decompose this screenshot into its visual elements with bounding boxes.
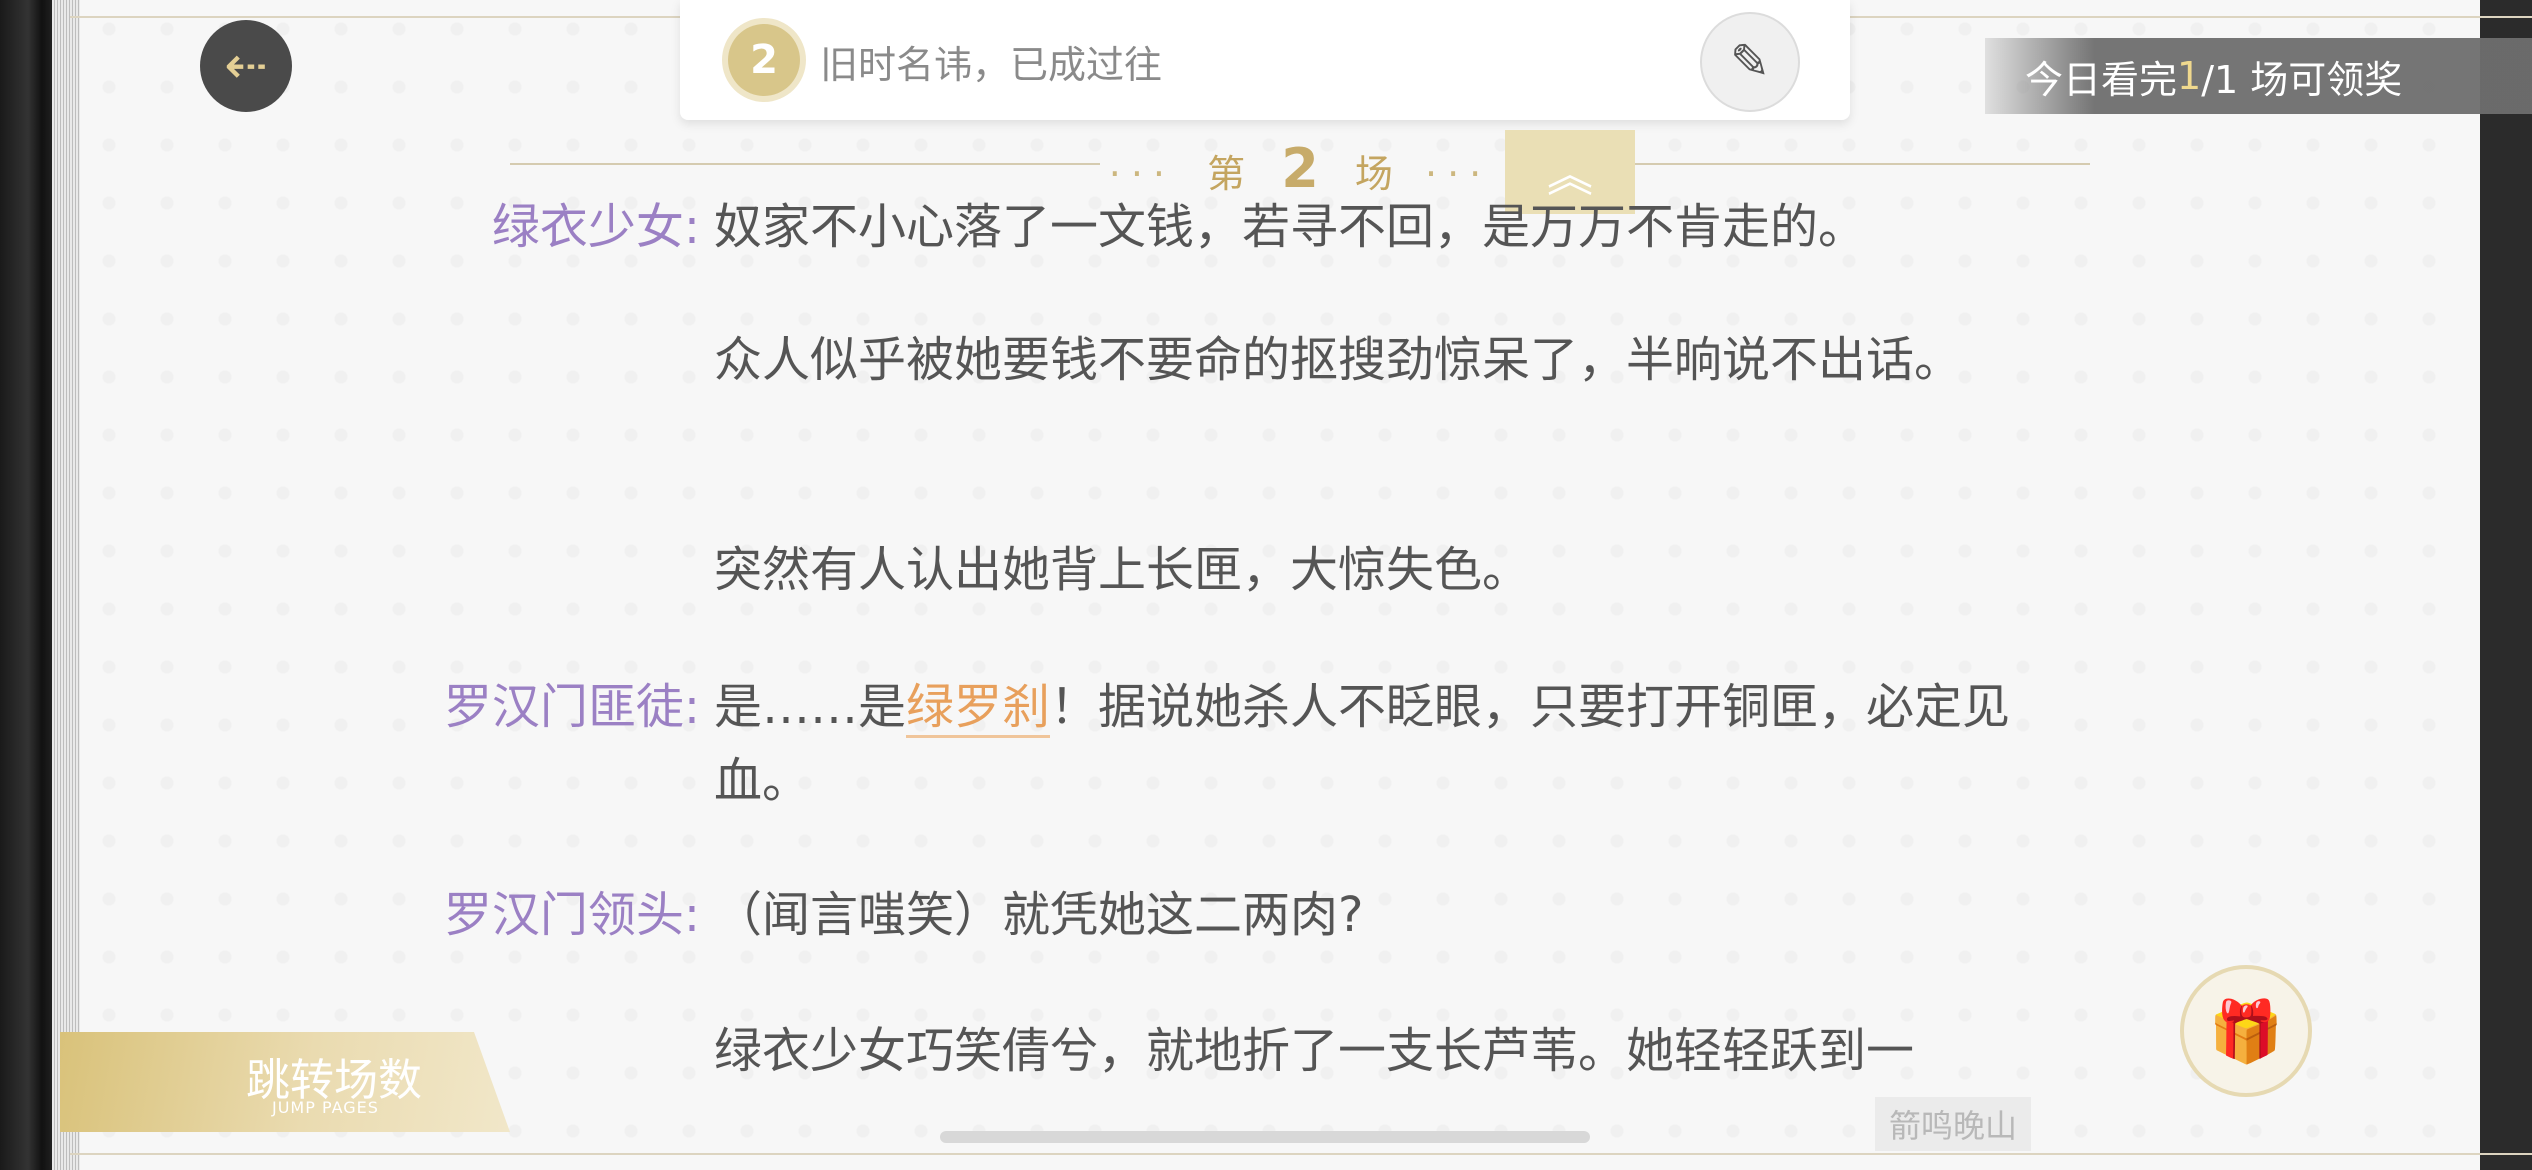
author-tag: 箭鸣晚山 <box>1875 1097 2032 1151</box>
back-button[interactable]: ⇠ <box>200 20 292 112</box>
jump-pages-label-en: JUMP PAGES <box>272 1098 379 1117</box>
speaker-name: 罗汉门领头: <box>443 887 700 943</box>
reward-count: 1 <box>2177 54 2202 98</box>
chapter-title-card[interactable]: 2 旧时名讳，已成过往 ✎ <box>680 0 1850 120</box>
page-stack <box>52 0 82 1170</box>
narration-text: 绿衣少女巧笑倩兮，就地折了一支长芦苇。她轻轻跃到一 <box>714 1023 1915 1079</box>
speaker-name: 罗汉门匪徒: <box>443 679 700 735</box>
scene-header: ··· 第 2 场 ··· <box>510 137 2090 200</box>
pen-icon: ✎ <box>1729 34 1771 90</box>
bottom-divider <box>70 1153 2532 1155</box>
chapter-number-badge: 2 <box>728 24 800 96</box>
gift-button[interactable]: 🎁 <box>2180 965 2312 1097</box>
daily-reward-banner[interactable]: 今日看完 1 /1 场可领奖 <box>1985 38 2532 114</box>
arrow-left-icon: ⇠ <box>224 36 268 96</box>
scroll-indicator[interactable] <box>940 1131 1590 1143</box>
jump-pages-button[interactable]: 跳转场数 JUMP PAGES <box>60 1032 510 1132</box>
glossary-link[interactable]: 绿罗刹 <box>906 679 1051 738</box>
chapter-title: 旧时名讳，已成过往 <box>820 43 1163 87</box>
dialogue-text: 奴家不小心落了一文钱，若寻不回，是万万不肯走的。 <box>714 199 1867 255</box>
dialogue-text-part: 是……是 <box>714 679 907 735</box>
speaker-name: 绿衣少女: <box>491 199 700 255</box>
narration-text: 众人似乎被她要钱不要命的抠搜劲惊呆了，半晌说不出话。 <box>714 332 1963 388</box>
gift-icon: 🎁 <box>2208 996 2284 1067</box>
dialogue-text: 是……是绿罗刹！据说她杀人不眨眼，只要打开铜匣，必定见血。 <box>714 670 2014 818</box>
reward-suffix: /1 场可领奖 <box>2201 57 2403 102</box>
dialogue-text: （闻言嗤笑）就凭她这二两肉? <box>714 887 1364 943</box>
narration-text: 突然有人认出她背上长匣，大惊失色。 <box>714 542 1531 598</box>
reward-prefix: 今日看完 <box>2025 57 2178 102</box>
annotate-button[interactable]: ✎ <box>1700 12 1800 112</box>
